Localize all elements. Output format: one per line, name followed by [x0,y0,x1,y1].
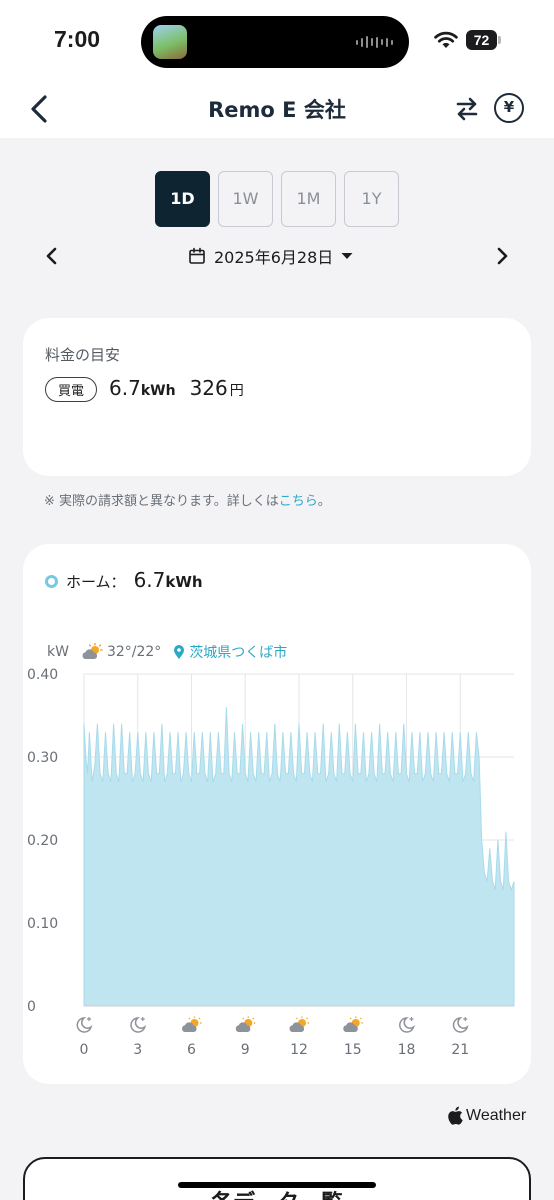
usage-chart-card: ホーム： 6.7 kWh kW 32°/22° 茨城県つくば市 0.40 0.30… [23,544,531,1084]
partly-sunny-icon [82,643,103,659]
location-pin-icon [174,645,185,659]
moon-icon [452,1017,469,1033]
home-indicator [178,1182,376,1188]
weather-row: kW 32°/22° 茨城県つくば市 [47,642,287,662]
note-text: ※ 実際の請求額と異なります。詳しくは [44,494,279,509]
dynamic-island [141,16,409,68]
date-picker[interactable]: 2025年6月28日 [188,244,353,268]
x-tick-label: 15 [344,1042,362,1058]
partly-sunny-icon [182,1016,202,1032]
tab-1w[interactable]: 1W [218,171,273,227]
note-suffix: 。 [317,494,331,509]
energy-unit: kWh [140,383,176,399]
home-unit: kWh [165,573,203,591]
y-tick-label: 0 [27,999,36,1015]
x-tick-label: 18 [398,1042,416,1058]
partly-sunny-icon [235,1016,256,1032]
tab-1y[interactable]: 1Y [344,171,399,227]
temperature-range: 32°/22° [106,644,162,660]
price-value: 326 [189,376,228,400]
yen-icon[interactable]: ¥ [494,93,524,123]
usage-area-series [83,707,515,1007]
apple-logo-icon [448,1106,463,1125]
wifi-icon [434,31,458,48]
cost-title: 料金の目安 [45,346,121,364]
home-legend-icon [45,575,58,588]
calendar-icon [189,247,205,264]
app-thumbnail-icon [153,25,187,59]
status-bar: 7:00 72 [0,0,554,84]
billing-note: ※ 実際の請求額と異なります。詳しくはこちら。 [44,490,331,509]
tab-1d[interactable]: 1D [155,171,210,227]
swap-arrows-icon[interactable] [452,94,482,124]
purchase-badge: 買電 [45,377,98,402]
power-usage-chart: 0.40 0.30 0.20 0.10 0 0 3 6 9 12 15 18 21 [27,667,515,1058]
date-label: 2025年6月28日 [214,248,334,267]
x-tick-label: 21 [451,1042,469,1058]
audio-wave-icon [356,36,393,48]
status-time: 7:00 [54,26,101,52]
x-tick-label: 3 [133,1042,142,1058]
price-unit: 円 [229,383,244,399]
caret-down-icon [341,253,353,259]
weather-attribution-label: Weather [466,1106,527,1124]
range-tabs: 1D 1W 1M 1Y [155,171,399,227]
nav-bar: Remo E 会社 ¥ [0,84,554,138]
partly-sunny-icon [289,1016,309,1032]
battery-icon: 72 [466,30,502,50]
cost-row: 買電 6.7 kWh 326 円 [45,376,244,402]
y-axis-unit: kW [47,644,69,660]
date-navigator: 2025年6月28日 [0,236,554,276]
y-tick-label: 0.30 [27,750,58,766]
y-tick-label: 0.10 [27,916,58,932]
y-tick-label: 0.40 [27,667,58,683]
x-tick-label: 12 [290,1042,308,1058]
details-link[interactable]: こちら [279,494,318,509]
cost-estimate-card: 料金の目安 買電 6.7 kWh 326 円 [23,318,531,476]
partly-sunny-icon [343,1016,363,1032]
battery-level: 72 [466,30,497,50]
x-tick-label: 6 [187,1042,196,1058]
weather-attribution: Weather [447,1106,526,1125]
data-list-card[interactable]: 各データ一覧 [23,1157,531,1200]
moon-icon [76,1017,93,1033]
home-label: ホーム： [66,573,126,591]
energy-value: 6.7 [109,376,141,400]
moon-icon [130,1017,147,1033]
y-tick-label: 0.20 [27,833,58,849]
prev-date-chevron-icon[interactable] [40,242,64,270]
home-summary: ホーム： 6.7 kWh [45,568,203,592]
tab-1m[interactable]: 1M [281,171,336,227]
weather-location[interactable]: 茨城県つくば市 [189,642,287,662]
x-tick-label: 9 [241,1042,250,1058]
home-value: 6.7 [133,568,166,592]
next-date-chevron-icon[interactable] [490,242,514,270]
moon-icon [399,1017,415,1033]
x-tick-label: 0 [80,1042,89,1058]
